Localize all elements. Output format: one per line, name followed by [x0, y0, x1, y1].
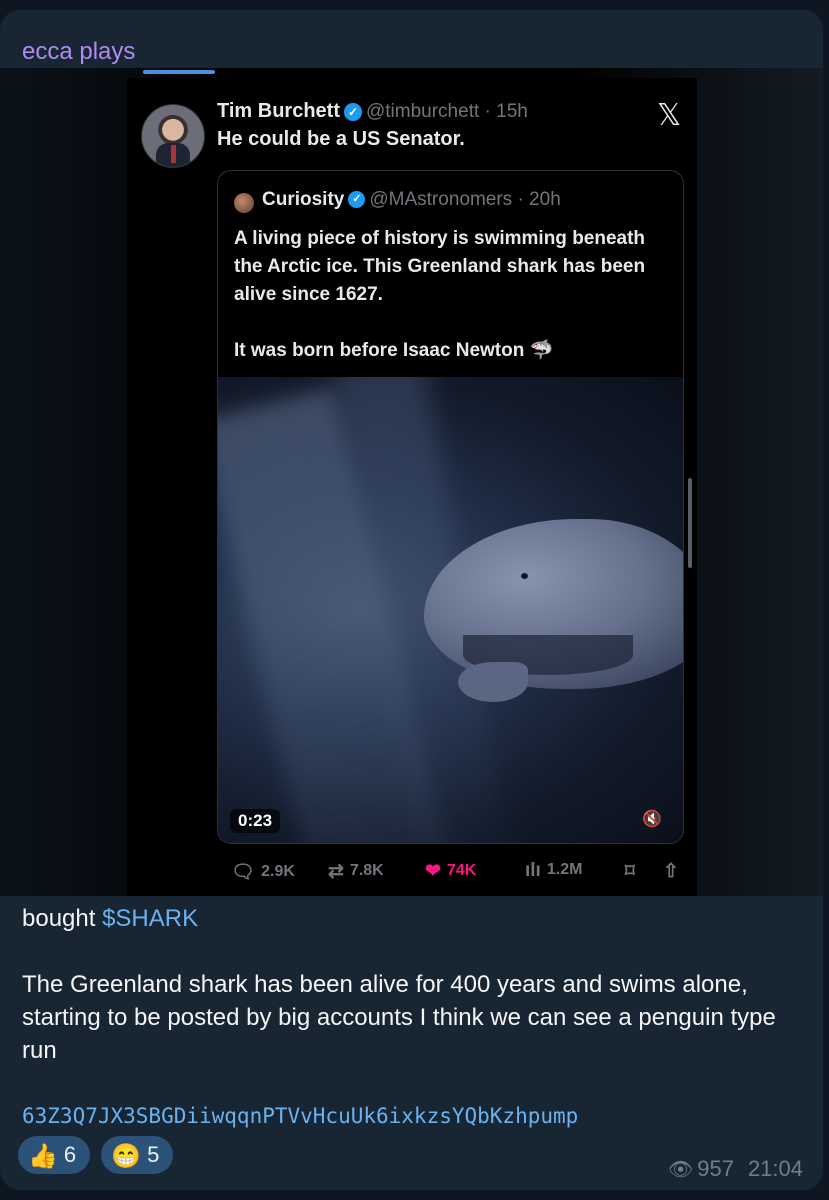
- view-count: 957: [697, 1156, 734, 1181]
- verified-badge-icon: ✓: [348, 191, 366, 209]
- video-duration: 0:23: [230, 809, 281, 833]
- sender-name[interactable]: ecca plays: [22, 38, 135, 66]
- message-text: bought $SHARK The Greenland shark has be…: [22, 902, 802, 1133]
- quote-text-line1: A living piece of history is swimming be…: [234, 228, 646, 305]
- tweet-screenshot: Tim Burchett ✓ @timburchett · 15h He could…: [127, 78, 697, 896]
- media-image[interactable]: Tim Burchett ✓ @timburchett · 15h He could…: [0, 68, 823, 896]
- quote-author-avatar: [234, 193, 254, 213]
- media-progress-indicator: [143, 70, 215, 74]
- tweet-author-line: Tim Burchett ✓ @timburchett · 15h: [217, 100, 528, 123]
- reactions-bar: 👍 6 😁 5: [18, 1136, 179, 1176]
- heart-icon: ❤: [425, 861, 441, 882]
- reaction-thumbs-up[interactable]: 👍 6: [18, 1136, 91, 1174]
- reply-icon: 🗨: [231, 862, 256, 883]
- quote-text: A living piece of history is swimming be…: [234, 225, 664, 365]
- contract-address[interactable]: 63Z3Q7JX3SBGDiiwqqnPTVvHcuUk6ixkzsYQbKzh…: [22, 1100, 802, 1133]
- bookmark-icon: ⌑: [625, 861, 635, 882]
- quote-author-line: Curiosity ✓ @MAstronomers · 20h: [262, 189, 561, 211]
- quote-text-line2: It was born before Isaac Newton 🦈: [234, 340, 554, 361]
- quote-author-handle: @MAstronomers · 20h: [369, 189, 561, 210]
- message-time: 21:04: [747, 1156, 803, 1181]
- page: ecca plays Tim Burchett ✓ @timburchett · 1…: [0, 0, 829, 1200]
- repost-stat: ⇄ 7.8K: [328, 861, 384, 882]
- views-stat: ılı 1.2M: [525, 860, 583, 881]
- share-icon: ⇧: [663, 861, 679, 882]
- tweet-author-handle: @timburchett · 15h: [365, 101, 528, 122]
- ticker-link[interactable]: $SHARK: [102, 905, 198, 932]
- repost-icon: ⇄: [328, 861, 344, 882]
- message-first-line: bought $SHARK: [22, 905, 199, 932]
- quoted-tweet: Curiosity ✓ @MAstronomers · 20h A living p…: [217, 170, 684, 844]
- quote-author-name: Curiosity: [262, 189, 345, 210]
- like-stat: ❤ 74K: [425, 861, 477, 882]
- message-paragraph: The Greenland shark has been alive for 4…: [22, 971, 776, 1064]
- grin-icon: 😁: [111, 1143, 142, 1170]
- tweet-author-name: Tim Burchett: [217, 100, 340, 122]
- tweet-text: He could be a US Senator.: [217, 128, 465, 150]
- shark-video: 0:23 🔇: [218, 377, 683, 843]
- scrollbar: [688, 478, 692, 568]
- verified-badge-icon: ✓: [343, 102, 362, 121]
- mute-icon: 🔇: [642, 809, 662, 828]
- reply-stat: 🗨 2.9K: [231, 862, 295, 883]
- thumbs-up-icon: 👍: [28, 1143, 58, 1170]
- eye-icon: 👁: [667, 1159, 694, 1181]
- message-bubble: ecca plays Tim Burchett ✓ @timburchett · 1…: [0, 10, 823, 1190]
- views-icon: ılı: [525, 860, 541, 881]
- tweet-author-avatar: [141, 104, 205, 168]
- tweet-actions: 🗨 2.9K ⇄ 7.8K ❤ 74K ılı 1.2M ⌑ ⇧: [215, 858, 685, 888]
- x-logo-icon: 𝕏: [657, 98, 682, 133]
- message-meta: 👁 957 21:04: [668, 1156, 803, 1182]
- reaction-grin[interactable]: 😁 5: [101, 1136, 174, 1174]
